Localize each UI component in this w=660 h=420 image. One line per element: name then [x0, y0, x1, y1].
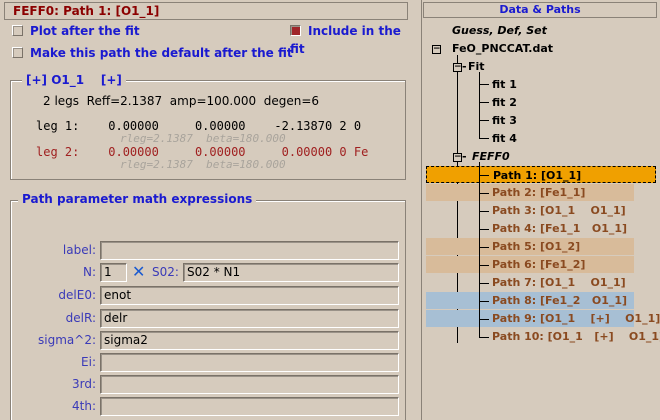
s02-input[interactable]: S02 * N1 [183, 263, 399, 282]
path-title-bar: FEFF0: Path 1: [O1_1] [4, 2, 408, 20]
path-item[interactable]: Path 7: [O1_1 O1_1] [426, 274, 634, 291]
ei-field-label: Ei: [81, 355, 96, 369]
path-label: Path 10: [O1_1 [+] O1_1] [492, 330, 660, 343]
fourth-input[interactable] [100, 397, 399, 416]
path-item[interactable]: Path 5: [O1_2] [426, 238, 634, 255]
path-label: Path 9: [O1_1 [+] O1_1] [492, 312, 660, 325]
third-input[interactable] [100, 375, 399, 394]
fit-item[interactable]: fit 4 [492, 132, 517, 145]
label-field-label: label: [62, 243, 96, 257]
path-summary: 2 legs Reff=2.1387 amp=100.000 degen=6 [43, 94, 320, 108]
sigma-field-label: sigma^2: [38, 333, 96, 347]
collapse-icon[interactable]: − [432, 45, 441, 54]
path-label: Path 4: [Fe1_1 O1_1] [492, 222, 628, 235]
path-item[interactable]: Path 2: [Fe1_1] [426, 184, 634, 201]
path-legend-right[interactable]: [+] [101, 73, 122, 87]
sigma-input[interactable]: sigma2 [100, 331, 399, 350]
math-legend: Path parameter math expressions [18, 192, 257, 206]
leg-2-sub: rleg=2.1387 beta=180.000 [120, 158, 286, 171]
third-field-label: 3rd: [71, 377, 96, 391]
close-icon[interactable]: ✕ [132, 262, 145, 281]
fit-group-item[interactable]: Fit [468, 60, 485, 73]
delr-field-label: delR: [65, 311, 96, 325]
path-editor-pane: FEFF0: Path 1: [O1_1] Plot after the fit… [0, 0, 414, 420]
path-item[interactable]: Path 8: [Fe1_2 O1_1] [426, 292, 634, 309]
dele0-input[interactable]: enot [100, 286, 399, 305]
path-label: Path 8: [Fe1_2 O1_1] [492, 294, 628, 307]
leg-1-line: leg 1: 0.00000 0.00000 -2.13870 2 0 [36, 119, 362, 133]
leg-1-sub: rleg=2.1387 beta=180.000 [120, 132, 286, 145]
make-default-checkbox[interactable]: Make this path the default after the fit [12, 44, 293, 62]
fit-item[interactable]: fit 2 [492, 96, 517, 109]
n-input[interactable]: 1 [100, 263, 127, 282]
path-label: Path 2: [Fe1_1] [492, 186, 586, 199]
plot-after-fit-checkbox[interactable]: Plot after the fit [12, 22, 140, 40]
s02-field-label: S02: [152, 265, 179, 279]
path-item[interactable]: Path 9: [O1_1 [+] O1_1] [426, 310, 660, 327]
checkbox-checked-icon [290, 25, 301, 36]
tree-line [479, 162, 480, 337]
checkbox-icon [12, 25, 23, 36]
include-in-fit-checkbox[interactable]: Include in the fit [290, 22, 414, 56]
path-legend: [+] O1_1 [+] [22, 73, 126, 87]
path-label: Path 3: [O1_1 O1_1] [492, 204, 626, 217]
label-input[interactable] [100, 241, 399, 260]
include-in-fit-label: Include in the fit [290, 24, 401, 56]
data-paths-header: Data & Paths [423, 2, 657, 18]
plot-after-fit-label: Plot after the fit [30, 24, 140, 38]
path-label: Path 7: [O1_1 O1_1] [492, 276, 626, 289]
feff-group-item[interactable]: FEFF0 [472, 150, 510, 163]
path-item[interactable]: Path 10: [O1_1 [+] O1_1] [426, 328, 660, 345]
path-item[interactable]: Path 6: [Fe1_2] [426, 256, 634, 273]
path-item-selected[interactable]: Path 1: [O1_1] [426, 166, 656, 183]
ei-input[interactable] [100, 353, 399, 372]
n-field-label: N: [82, 265, 96, 279]
path-legend-left[interactable]: [+] O1_1 [26, 73, 84, 87]
leg-2-line: leg 2: 0.00000 0.00000 0.00000 0 Fe [36, 145, 369, 159]
fourth-field-label: 4th: [72, 399, 96, 413]
collapse-icon[interactable]: − [453, 153, 462, 162]
path-label: Path 5: [O1_2] [492, 240, 581, 253]
delr-input[interactable]: delr [100, 309, 399, 328]
data-paths-pane: Data & Paths Guess, Def, Set − FeO_PNCCA… [421, 0, 660, 420]
make-default-label: Make this path the default after the fit [30, 46, 293, 60]
fit-item[interactable]: fit 1 [492, 78, 517, 91]
collapse-icon[interactable]: − [453, 63, 462, 72]
guess-def-set-item[interactable]: Guess, Def, Set [452, 24, 547, 37]
dataset-item[interactable]: FeO_PNCCAT.dat [452, 42, 553, 55]
path-title: FEFF0: Path 1: [O1_1] [13, 4, 160, 18]
path-item[interactable]: Path 3: [O1_1 O1_1] [426, 202, 634, 219]
path-item[interactable]: Path 4: [Fe1_1 O1_1] [426, 220, 634, 237]
dele0-field-label: delE0: [58, 288, 96, 302]
fit-item[interactable]: fit 3 [492, 114, 517, 127]
path-label: Path 6: [Fe1_2] [492, 258, 586, 271]
path-label: Path 1: [O1_1] [493, 169, 582, 182]
tree-line [479, 72, 480, 138]
checkbox-icon [12, 47, 23, 58]
